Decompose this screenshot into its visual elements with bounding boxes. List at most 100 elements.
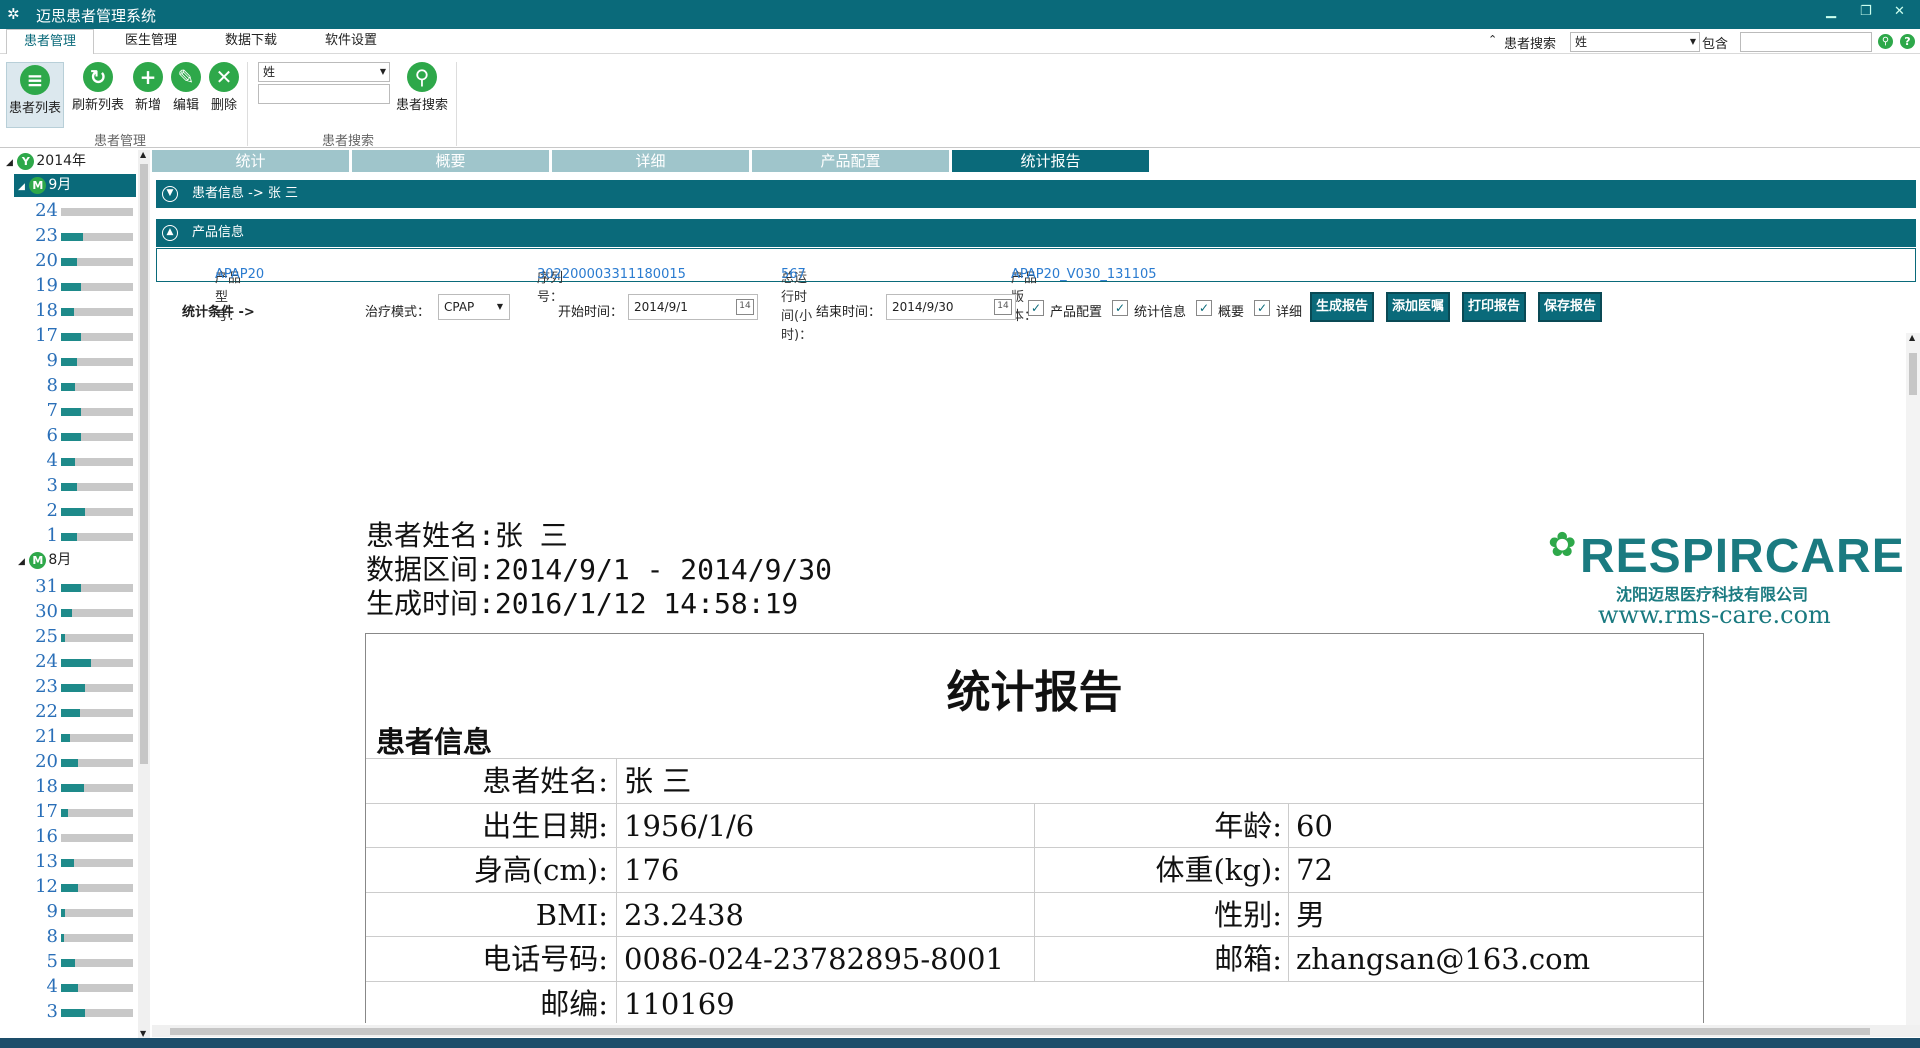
tab-product-config[interactable]: 产品配置 (752, 150, 949, 172)
save-report-button[interactable]: 保存报告 (1538, 292, 1602, 322)
tree-day-node[interactable]: 25 (0, 624, 140, 649)
statistics-checkbox[interactable]: ✓ (1112, 300, 1128, 316)
tree-day-node[interactable]: 5 (0, 949, 140, 974)
menu-search-icon[interactable]: ⚲ (1878, 34, 1893, 49)
menu-tab-download[interactable]: 数据下载 (206, 29, 296, 54)
add-button[interactable]: + 新增 (128, 62, 168, 113)
scroll-up-icon[interactable]: ▲ (1909, 333, 1915, 342)
tree-day-node[interactable]: 24 (0, 649, 140, 674)
product-config-checkbox[interactable]: ✓ (1028, 300, 1044, 316)
patient-search-button[interactable]: ⚲ 患者搜索 (392, 62, 452, 113)
ribbon-divider (247, 62, 248, 146)
tree-scroll-thumb[interactable] (140, 164, 148, 764)
edit-button[interactable]: ✎ 编辑 (166, 62, 206, 113)
tree-day-node[interactable]: 8 (0, 924, 140, 949)
report-hscroll-thumb[interactable] (170, 1028, 1870, 1035)
tree-day-node[interactable]: 6 (0, 423, 140, 448)
usage-bar-track (61, 208, 133, 216)
tab-statistics-report[interactable]: 统计报告 (952, 150, 1149, 172)
tree-day-node[interactable]: 8 (0, 373, 140, 398)
tree-day-node[interactable]: 9 (0, 899, 140, 924)
tree-month-node[interactable]: ◢ M 9月 (14, 174, 136, 197)
tree-day-node[interactable]: 9 (0, 348, 140, 373)
tab-summary[interactable]: 概要 (352, 150, 549, 172)
tree-day-node[interactable]: 30 (0, 599, 140, 624)
tree-day-node[interactable]: 20 (0, 248, 140, 273)
tree-day-node[interactable]: 16 (0, 824, 140, 849)
usage-bar-fill (61, 909, 65, 917)
chevron-down-icon[interactable]: ▼ (162, 186, 178, 202)
tree-day-node[interactable]: 23 (0, 223, 140, 248)
report-scrollbar[interactable]: ▲ (1906, 333, 1920, 1025)
tree-month-node[interactable]: ◢ M 8月 (18, 549, 136, 572)
report-hscrollbar[interactable] (152, 1025, 1920, 1037)
minimize-icon[interactable]: ▁ (1826, 4, 1836, 19)
collapse-ribbon-icon[interactable]: ⌃ (1488, 33, 1497, 46)
end-date-input[interactable]: 2014/9/30 14 (886, 294, 1016, 320)
refresh-list-button[interactable]: ↻ 刷新列表 (68, 62, 128, 113)
report-section-title: 患者信息 (376, 725, 493, 759)
summary-checkbox[interactable]: ✓ (1196, 300, 1212, 316)
row-divider (616, 981, 617, 1023)
chevron-up-icon[interactable]: ▲ (162, 225, 178, 241)
tree-day-node[interactable]: 21 (0, 724, 140, 749)
tree-day-node[interactable]: 31 (0, 574, 140, 599)
tree-day-node[interactable]: 17 (0, 323, 140, 348)
menu-search-input[interactable] (1740, 32, 1872, 52)
expand-icon[interactable]: ◢ (18, 557, 25, 567)
tree-day-node[interactable]: 18 (0, 774, 140, 799)
ribbon-search-input[interactable] (258, 84, 390, 104)
patient-list-button[interactable]: ≡ 患者列表 (6, 62, 64, 128)
tree-year-node[interactable]: ◢ Y 2014年 (6, 150, 136, 173)
restore-icon[interactable]: ❐ (1860, 4, 1872, 19)
tree-day-node[interactable]: 3 (0, 999, 140, 1024)
tree-day-node[interactable]: 7 (0, 398, 140, 423)
menu-tab-settings[interactable]: 软件设置 (306, 29, 396, 54)
menu-tab-patient[interactable]: 患者管理 (6, 29, 94, 54)
tree-day-node[interactable]: 13 (0, 849, 140, 874)
delete-button[interactable]: ✕ 删除 (204, 62, 244, 113)
tree-day-node[interactable]: 22 (0, 699, 140, 724)
report-field-label: 身高(cm): (473, 853, 608, 887)
tree-day-node[interactable]: 2 (0, 498, 140, 523)
patient-info-panel[interactable]: ▼ 患者信息 -> 张 三 (156, 180, 1916, 208)
start-date-input[interactable]: 2014/9/1 14 (628, 294, 758, 320)
tree-day-node[interactable]: 18 (0, 298, 140, 323)
tree-day-node[interactable]: 4 (0, 974, 140, 999)
row-divider (1288, 937, 1289, 981)
generate-report-button[interactable]: 生成报告 (1310, 292, 1374, 322)
expand-icon[interactable]: ◢ (6, 158, 13, 168)
tree-day-node[interactable]: 1 (0, 523, 140, 548)
tab-detail[interactable]: 详细 (552, 150, 749, 172)
calendar-icon[interactable]: 14 (736, 299, 754, 315)
tree-day-node[interactable]: 24 (0, 198, 140, 223)
report-scroll-thumb[interactable] (1909, 353, 1917, 395)
tree-day-label: 3 (46, 1001, 58, 1022)
tree-day-node[interactable]: 23 (0, 674, 140, 699)
ribbon-field-select[interactable]: 姓 ▼ (258, 62, 390, 82)
tree-day-node[interactable]: 3 (0, 473, 140, 498)
expand-icon[interactable]: ◢ (14, 182, 25, 192)
tree-day-node[interactable]: 17 (0, 799, 140, 824)
print-report-button[interactable]: 打印报告 (1462, 292, 1526, 322)
scroll-down-icon[interactable]: ▼ (140, 1029, 146, 1038)
report-field-label: 电话号码: (482, 942, 608, 976)
menu-search-field-select[interactable]: 姓 ▼ (1570, 32, 1700, 52)
scroll-up-icon[interactable]: ▲ (140, 150, 146, 159)
add-advice-button[interactable]: 添加医嘱 (1386, 292, 1450, 322)
tree-day-node[interactable]: 20 (0, 749, 140, 774)
close-icon[interactable]: ✕ (1894, 4, 1905, 19)
tree-day-node[interactable]: 4 (0, 448, 140, 473)
menu-tab-doctor[interactable]: 医生管理 (106, 29, 196, 54)
tree-day-node[interactable]: 12 (0, 874, 140, 899)
tree-day-label: 17 (35, 801, 58, 822)
product-info-panel[interactable]: ▲ 产品信息 (156, 219, 1916, 247)
help-icon[interactable]: ? (1900, 34, 1915, 49)
summary-check-label: 概要 (1218, 305, 1245, 320)
detail-checkbox[interactable]: ✓ (1254, 300, 1270, 316)
calendar-icon[interactable]: 14 (994, 299, 1012, 315)
tab-statistics[interactable]: 统计 (152, 150, 349, 172)
tree-scrollbar[interactable]: ▲ ▼ (138, 150, 150, 1038)
tree-day-node[interactable]: 19 (0, 273, 140, 298)
mode-select[interactable]: CPAP ▼ (438, 294, 510, 320)
